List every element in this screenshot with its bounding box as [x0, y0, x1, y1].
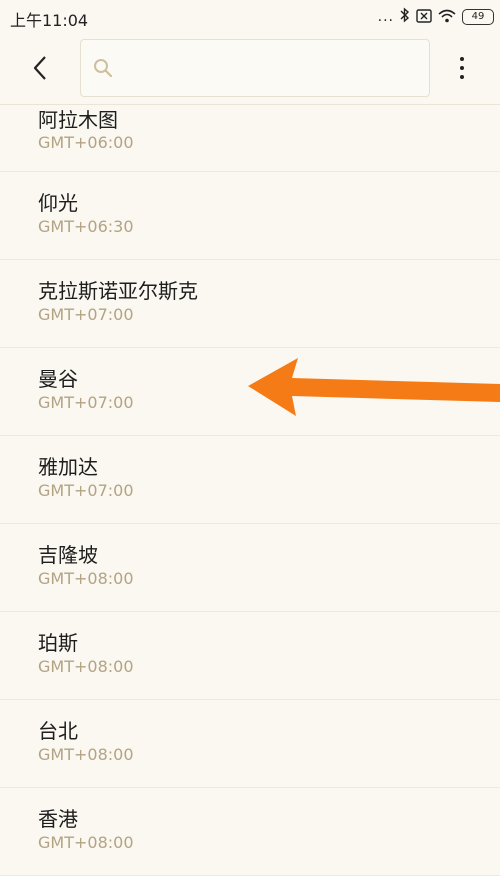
city-name: 香港 — [38, 807, 78, 831]
back-icon — [33, 56, 46, 80]
list-item[interactable]: 珀斯 GMT+08:00 — [0, 612, 500, 700]
more-vertical-icon — [460, 57, 464, 61]
search-toolbar — [0, 34, 500, 105]
gmt-offset: GMT+07:00 — [38, 305, 134, 324]
gmt-offset: GMT+08:00 — [38, 745, 134, 764]
more-options-button[interactable] — [446, 48, 478, 88]
city-name: 曼谷 — [38, 367, 78, 391]
gmt-offset: GMT+06:30 — [38, 217, 134, 236]
list-item[interactable]: 雅加达 GMT+07:00 — [0, 436, 500, 524]
city-name: 台北 — [38, 719, 78, 743]
gmt-offset: GMT+08:00 — [38, 657, 134, 676]
back-button[interactable] — [20, 48, 60, 88]
gmt-offset: GMT+08:00 — [38, 833, 134, 852]
timezone-list: 阿拉木图 GMT+06:00 仰光 GMT+06:30 克拉斯诺亚尔斯克 GMT… — [0, 104, 500, 876]
city-name: 吉隆坡 — [38, 543, 98, 567]
status-icons: ... 49 — [377, 7, 494, 27]
city-name: 克拉斯诺亚尔斯克 — [38, 279, 198, 303]
list-item[interactable]: 仰光 GMT+06:30 — [0, 172, 500, 260]
notification-dots: ... — [377, 9, 394, 25]
list-item[interactable]: 克拉斯诺亚尔斯克 GMT+07:00 — [0, 260, 500, 348]
city-name: 仰光 — [38, 191, 78, 215]
search-box[interactable] — [80, 39, 430, 98]
search-input[interactable] — [121, 40, 425, 98]
list-item[interactable]: 台北 GMT+08:00 — [0, 700, 500, 788]
list-item[interactable]: 曼谷 GMT+07:00 — [0, 348, 500, 436]
status-bar: 上午11:04 ... 49 — [0, 0, 500, 34]
gmt-offset: GMT+07:00 — [38, 393, 134, 412]
list-item[interactable]: 阿拉木图 GMT+06:00 — [0, 104, 500, 172]
city-name: 阿拉木图 — [38, 108, 118, 132]
sim-none-icon — [416, 8, 432, 27]
bluetooth-icon — [400, 7, 410, 27]
city-name: 雅加达 — [38, 455, 98, 479]
list-item[interactable]: 吉隆坡 GMT+08:00 — [0, 524, 500, 612]
gmt-offset: GMT+06:00 — [38, 133, 134, 152]
gmt-offset: GMT+08:00 — [38, 569, 134, 588]
battery-icon: 49 — [462, 9, 494, 25]
search-icon — [94, 59, 113, 78]
list-item[interactable]: 香港 GMT+08:00 — [0, 788, 500, 876]
status-time: 上午11:04 — [10, 11, 89, 30]
gmt-offset: GMT+07:00 — [38, 481, 134, 500]
wifi-icon — [438, 8, 456, 27]
city-name: 珀斯 — [38, 631, 78, 655]
